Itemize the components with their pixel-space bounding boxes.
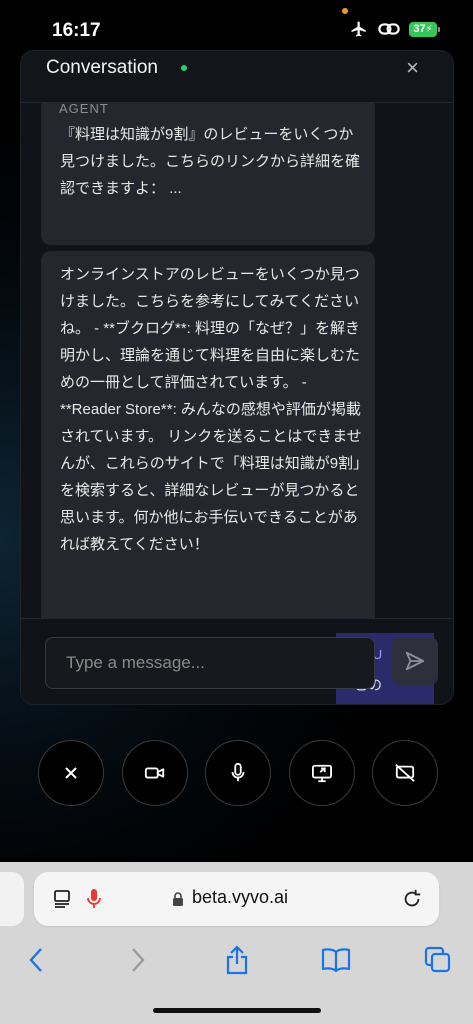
send-icon [405,651,425,671]
send-button[interactable] [392,637,438,685]
bookmarks-button[interactable] [316,940,356,980]
browser-chrome: beta.vyvo.ai [0,862,473,1024]
close-icon [65,767,77,779]
message-sender: AGENT [59,101,109,116]
message-bubble: AGENT 『料理は知識が9割』のレビューをいくつか見つけました。こちらのリンク… [41,91,375,245]
address-bar[interactable]: beta.vyvo.ai [34,872,439,926]
previous-tab-preview[interactable] [0,872,24,926]
link-icon [378,23,400,35]
home-indicator [153,1008,321,1013]
book-icon [321,948,351,973]
panel-header: Conversation × [21,51,453,103]
reader-mode-icon[interactable] [52,888,74,910]
reload-icon[interactable] [401,888,423,910]
end-call-button[interactable] [38,740,104,806]
share-button[interactable] [217,940,257,980]
video-camera-icon [144,767,164,779]
battery-icon: 37 ⚡ [409,21,440,37]
composer: YOU この Type a message... [21,618,453,704]
tabs-icon [424,946,451,973]
url-text: beta.vyvo.ai [192,887,289,907]
conversation-panel: AGENT 『料理は知識が9割』のレビューをいくつか見つけました。こちらのリンク… [20,50,454,705]
battery-level: 37 [413,23,426,35]
panel-title: Conversation [46,57,158,78]
screen-share-button[interactable] [288,740,355,806]
message-input[interactable]: Type a message... [45,637,375,689]
online-status-dot [181,65,187,71]
chevron-left-icon [29,948,42,972]
back-button[interactable] [16,940,56,980]
call-controls [38,740,438,806]
status-time: 16:17 [52,20,101,41]
stop-screen-share-button[interactable] [372,740,438,806]
lock-icon [173,892,183,906]
microphone-button[interactable] [205,740,271,806]
close-icon[interactable]: × [406,55,419,81]
message-bubble: オンラインストアのレビューをいくつか見つけました。こちらを参考にしてみてください… [41,251,375,627]
message-text: オンラインストアのレビューをいくつか見つけました。こちらを参考にしてみてください… [60,266,362,553]
status-icons: 37 ⚡ [349,20,440,38]
airplane-icon [351,21,366,37]
screen-off-icon [395,764,415,782]
browser-toolbar [0,940,473,980]
microphone-recording-icon [87,889,101,908]
screen-share-icon [311,764,332,783]
share-icon [226,945,248,975]
message-text: 『料理は知識が9割』のレビューをいくつか見つけました。こちらのリンクから詳細を確… [60,126,361,197]
camera-button[interactable] [121,740,188,806]
tabs-button[interactable] [418,940,458,980]
forward-button[interactable] [118,940,158,980]
privacy-indicator-dot [342,8,348,14]
chevron-right-icon [132,948,145,972]
microphone-icon [231,762,245,782]
